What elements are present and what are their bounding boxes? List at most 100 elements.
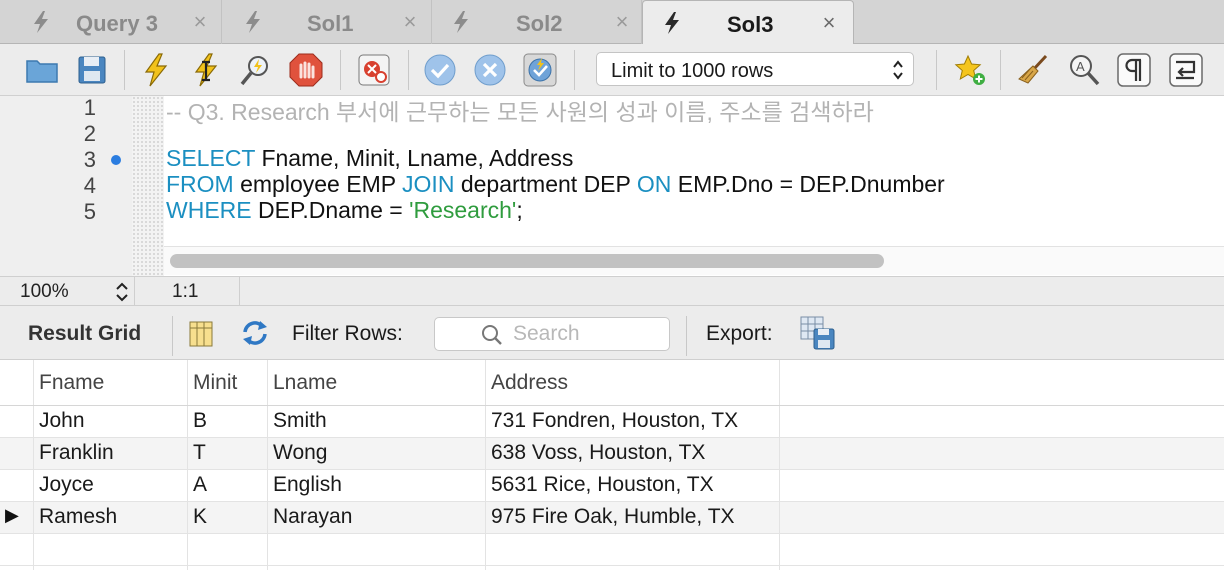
filter-rows-label: Filter Rows:	[292, 322, 403, 345]
grid-filler	[0, 566, 1224, 570]
code-line-3: SELECT Fname, Minit, Lname, Address	[166, 145, 573, 172]
table-row[interactable]: Franklin T Wong 638 Voss, Houston, TX	[0, 438, 1224, 470]
grid-header-row: Fname Minit Lname Address	[0, 360, 1224, 406]
code-line-4: FROM employee EMP JOIN department DEP ON…	[166, 171, 945, 198]
row-limit-select[interactable]: Limit to 1000 rows	[596, 52, 914, 86]
cell-lname[interactable]: Wong	[268, 438, 486, 469]
table-row[interactable]: John B Smith 731 Fondren, Houston, TX	[0, 406, 1224, 438]
cell-fname[interactable]: Ramesh	[34, 502, 188, 533]
export-save-icon[interactable]	[800, 316, 838, 350]
autocommit-toggle[interactable]	[522, 52, 558, 88]
line-number-gutter: 1 2 3 4 5	[0, 95, 132, 276]
zoom-level: 100%	[20, 281, 69, 302]
tab-label: Sol3	[727, 12, 774, 37]
cell-fname[interactable]: Franklin	[34, 438, 188, 469]
result-grid-tab[interactable]: Result Grid	[28, 322, 141, 346]
sql-keyword: WHERE	[166, 197, 252, 223]
cursor-position: 1:1	[172, 281, 199, 302]
add-snippet-button[interactable]	[952, 52, 988, 88]
current-row-arrow-icon: ▶	[5, 505, 19, 525]
cell-lname[interactable]: English	[268, 470, 486, 501]
row-marker-column	[0, 360, 34, 405]
magnifier-icon: A	[1070, 55, 1100, 86]
find-replace-button[interactable]: A	[1066, 52, 1102, 88]
execute-all-button[interactable]	[138, 52, 174, 88]
code-line-5: WHERE DEP.Dname = 'Research';	[166, 197, 523, 224]
cell-address[interactable]: 638 Voss, Houston, TX	[486, 438, 780, 469]
commit-button[interactable]	[422, 52, 458, 88]
column-header[interactable]: Address	[486, 360, 780, 405]
refresh-icon[interactable]	[238, 318, 272, 348]
table-row[interactable]: ▶ Ramesh K Narayan 975 Fire Oak, Humble,…	[0, 502, 1224, 534]
star-plus-icon	[954, 54, 985, 85]
tab-query-3[interactable]: Query 3 ×	[0, 0, 222, 44]
column-header[interactable]: Lname	[268, 360, 486, 405]
beautify-button[interactable]	[1016, 52, 1052, 88]
horizontal-scroll-thumb[interactable]	[170, 254, 884, 268]
stop-hand-icon	[289, 53, 323, 87]
column-header[interactable]: Minit	[188, 360, 268, 405]
cell-minit[interactable]: B	[188, 406, 268, 437]
open-file-button[interactable]	[24, 52, 60, 88]
stop-button[interactable]	[288, 52, 324, 88]
pilcrow-icon	[1117, 53, 1151, 87]
tab-sol1[interactable]: Sol1 ×	[222, 0, 432, 44]
sql-text: ;	[516, 197, 523, 223]
lightning-cursor-icon	[194, 53, 218, 87]
sql-editor[interactable]: 1 2 3 4 5 -- Q3. Research 부서에 근무하는 모든 사원…	[0, 95, 1224, 276]
close-tab-icon[interactable]: ×	[188, 9, 212, 35]
zoom-stepper-icon[interactable]	[114, 280, 130, 304]
save-button[interactable]	[74, 52, 110, 88]
export-label: Export:	[706, 322, 773, 345]
stop-on-error-icon	[358, 54, 390, 86]
filter-rows-search[interactable]	[434, 317, 670, 351]
sql-text: department DEP	[454, 171, 637, 197]
table-row[interactable]: Joyce A English 5631 Rice, Houston, TX	[0, 470, 1224, 502]
sql-text: DEP.Dname =	[251, 197, 410, 223]
cell-minit[interactable]: K	[188, 502, 268, 533]
tab-sol2[interactable]: Sol2 ×	[432, 0, 642, 44]
tab-sol3[interactable]: Sol3 ×	[642, 0, 854, 45]
word-wrap-button[interactable]	[1168, 52, 1204, 88]
cell-address[interactable]: 5631 Rice, Houston, TX	[486, 470, 780, 501]
sql-text: employee EMP	[233, 171, 403, 197]
result-grid[interactable]: Fname Minit Lname Address John B Smith 7…	[0, 360, 1224, 570]
cell-address[interactable]: 975 Fire Oak, Humble, TX	[486, 502, 780, 533]
magnifier-lightning-icon	[240, 56, 268, 86]
close-tab-icon[interactable]: ×	[398, 9, 422, 35]
folder-icon	[26, 60, 58, 83]
cell-lname[interactable]: Narayan	[268, 502, 486, 533]
explain-button[interactable]	[238, 52, 274, 88]
close-tab-icon[interactable]: ×	[610, 9, 634, 35]
result-toolbar: Result Grid Filter Rows: Export:	[0, 306, 1224, 360]
query-tab-bar: Query 3 × Sol1 × Sol2 × Sol3 ×	[0, 0, 1224, 45]
cell-lname[interactable]: Smith	[268, 406, 486, 437]
cell-fname[interactable]: John	[34, 406, 188, 437]
line-number: 2	[83, 121, 96, 146]
tab-label: Sol1	[307, 11, 354, 36]
search-input[interactable]	[513, 321, 663, 347]
column-view-icon[interactable]	[188, 320, 214, 348]
empty-new-row[interactable]	[0, 534, 1224, 566]
editor-status-bar: 100% 1:1	[0, 276, 1224, 306]
show-invisibles-button[interactable]	[1116, 52, 1152, 88]
cell-fname[interactable]: Joyce	[34, 470, 188, 501]
search-icon	[482, 325, 502, 345]
cell-address[interactable]: 731 Fondren, Houston, TX	[486, 406, 780, 437]
cell-minit[interactable]: A	[188, 470, 268, 501]
rollback-button[interactable]	[472, 52, 508, 88]
checkmark-icon	[424, 54, 456, 86]
cell-minit[interactable]: T	[188, 438, 268, 469]
column-header[interactable]: Fname	[34, 360, 188, 405]
execute-current-button[interactable]	[188, 52, 224, 88]
line-number: 5	[83, 199, 96, 224]
line-number: 1	[83, 95, 96, 120]
sql-text: Fname, Minit, Lname, Address	[255, 145, 574, 171]
tab-label: Sol2	[516, 11, 563, 36]
close-tab-icon[interactable]: ×	[817, 10, 841, 36]
stop-on-error-toggle[interactable]	[356, 52, 392, 88]
line-number: 4	[83, 173, 96, 198]
sql-text: EMP.Dno = DEP.Dnumber	[671, 171, 945, 197]
lightning-bolt-icon	[144, 53, 168, 87]
line-number: 3	[83, 147, 96, 172]
